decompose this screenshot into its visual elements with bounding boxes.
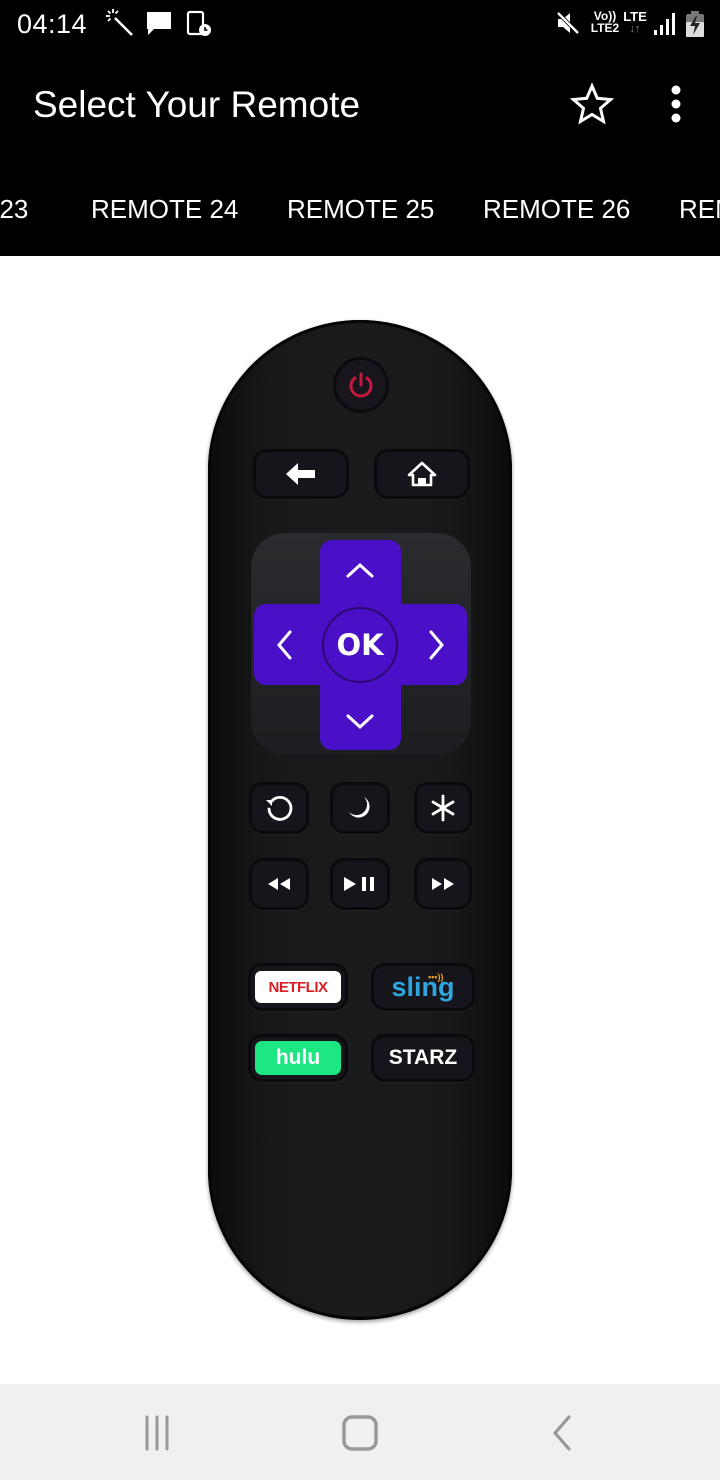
sling-signal-icon: •••)) — [428, 972, 444, 982]
back-arrow-icon — [286, 463, 315, 485]
rewind-icon — [268, 878, 290, 890]
dpad-right-button[interactable] — [415, 615, 459, 675]
back-button[interactable] — [253, 449, 349, 499]
starz-button[interactable]: STARZ — [371, 1034, 475, 1082]
tab-remote-25[interactable]: REMOTE 25 — [287, 194, 434, 225]
rewind-button[interactable] — [249, 858, 309, 910]
netflix-button[interactable]: NETFLIX — [255, 971, 341, 1003]
status-time: 04:14 — [17, 9, 88, 39]
more-vert-icon — [671, 85, 681, 123]
magic-wand-icon — [105, 8, 135, 43]
battery-charging-icon — [685, 10, 705, 43]
signal-icon — [653, 12, 677, 41]
dpad-up-button[interactable] — [330, 548, 390, 592]
tab-remote-24[interactable]: REMOTE 24 — [91, 194, 238, 225]
tab-remote-27[interactable]: REMOTE 27 — [679, 194, 720, 225]
power-button[interactable] — [333, 357, 389, 413]
asterisk-options-icon — [431, 794, 455, 822]
chevron-up-icon — [346, 562, 374, 578]
screen-timer-icon — [186, 10, 212, 43]
hulu-button[interactable]: hulu — [255, 1041, 341, 1075]
star-icon — [569, 82, 615, 125]
options-button[interactable] — [414, 782, 472, 834]
home-button[interactable] — [374, 449, 470, 499]
chevron-right-icon — [429, 630, 444, 660]
replay-icon — [266, 795, 293, 821]
status-bar: 04:14 Vo)) LTE2 LTE ↓↑ — [0, 0, 720, 50]
recent-apps-icon — [145, 1415, 169, 1451]
sleep-moon-icon — [349, 797, 370, 818]
sleep-button[interactable] — [330, 782, 390, 834]
fast-forward-icon — [432, 878, 454, 890]
netflix-button-frame: NETFLIX — [248, 963, 348, 1011]
home-icon — [407, 461, 437, 487]
chevron-left-icon — [277, 630, 292, 660]
message-icon — [145, 10, 173, 43]
power-icon — [349, 372, 373, 398]
remote-tabs: REMOTE 23 REMOTE 24 REMOTE 25 REMOTE 26 … — [0, 160, 720, 256]
back-nav-icon — [553, 1415, 571, 1451]
play-pause-icon — [344, 877, 374, 891]
fast-forward-button[interactable] — [414, 858, 472, 910]
home-nav-icon — [342, 1415, 378, 1451]
tab-remote-26[interactable]: REMOTE 26 — [483, 194, 630, 225]
chevron-down-icon — [346, 714, 374, 730]
volte-icon: Vo)) LTE2 — [590, 9, 620, 35]
hulu-button-frame: hulu — [248, 1034, 348, 1082]
sling-label: sling — [391, 971, 455, 1002]
replay-button[interactable] — [249, 782, 309, 834]
page-title: Select Your Remote — [33, 84, 361, 125]
recent-apps-button[interactable] — [129, 1408, 189, 1458]
tab-remote-23[interactable]: REMOTE 23 — [0, 194, 28, 225]
app-bar: Select Your Remote — [0, 50, 720, 160]
sling-button[interactable]: sling •••)) — [371, 963, 475, 1011]
system-nav-bar — [0, 1384, 720, 1480]
mute-icon — [555, 10, 581, 41]
dpad-down-button[interactable] — [330, 700, 390, 744]
lte-icon: LTE ↓↑ — [623, 9, 647, 35]
more-options-button[interactable] — [658, 80, 694, 128]
home-nav-button[interactable] — [330, 1408, 390, 1458]
favorite-button[interactable] — [568, 80, 616, 128]
ok-button[interactable]: OK — [322, 607, 398, 683]
back-nav-button[interactable] — [532, 1408, 592, 1458]
dpad-left-button[interactable] — [262, 615, 306, 675]
play-pause-button[interactable] — [330, 858, 390, 910]
